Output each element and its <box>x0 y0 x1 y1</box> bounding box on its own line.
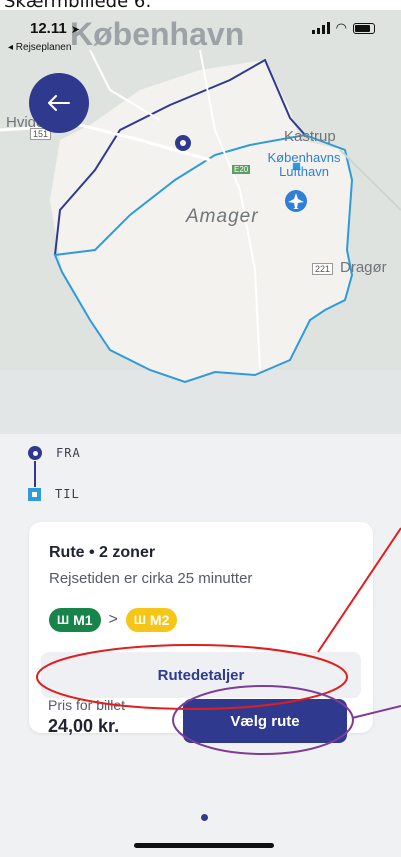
status-time: 12.11 ➤ <box>30 20 80 37</box>
home-indicator[interactable] <box>134 843 274 848</box>
price-value: 24,00 kr. <box>48 716 120 736</box>
wifi-icon: ◠ <box>335 20 347 35</box>
route-to-row[interactable]: TIL <box>28 487 80 501</box>
map-label-amager: Amager <box>186 206 259 227</box>
destination-square-icon <box>28 487 41 501</box>
price-label: Pris for billet <box>48 697 126 713</box>
battery-icon <box>353 22 375 34</box>
arrow-left-icon <box>48 95 70 111</box>
status-icons: ◠ <box>311 20 375 35</box>
road-badge-221: 221 <box>312 263 334 275</box>
line-name: M2 <box>149 612 170 628</box>
line-badge-m1: Ш M1 <box>49 608 101 632</box>
page-indicator-dot <box>201 814 208 821</box>
back-button[interactable] <box>29 73 89 133</box>
map-label-dragor: Dragør <box>340 259 387 276</box>
route-from-row[interactable]: FRA <box>28 446 81 460</box>
from-label: FRA <box>56 446 81 460</box>
route-details-button[interactable]: Rutedetaljer <box>41 652 361 698</box>
metro-icon: Ш <box>57 613 70 627</box>
back-to-app-link[interactable]: ◂ Rejseplanen <box>8 42 71 53</box>
route-duration: Rejsetiden er cirka 25 minutter <box>49 570 253 587</box>
screenshot-caption: Skærmbillede 6: <box>0 0 401 10</box>
line-badge-m2: Ш M2 <box>125 608 178 632</box>
line-name: M1 <box>73 612 93 628</box>
road-badge-e20: E20 <box>232 165 251 174</box>
map-label-city: København <box>70 16 245 52</box>
choose-route-button[interactable]: Vælg rute <box>183 699 347 743</box>
cellular-signal-icon <box>311 22 330 34</box>
route-title: Rute • 2 zoner <box>49 544 156 561</box>
metro-lines: Ш M1 > Ш M2 <box>49 608 178 632</box>
location-arrow-icon: ➤ <box>70 24 81 36</box>
status-time-text: 12.11 <box>30 20 67 37</box>
chevron-right-icon: > <box>108 611 118 628</box>
origin-dot-icon <box>28 446 42 460</box>
to-label: TIL <box>55 487 80 501</box>
map-label-kastrup: Kastrup <box>284 128 336 145</box>
metro-icon: Ш <box>133 613 146 627</box>
map-label-airport: Københavns Lufthavn <box>267 150 341 179</box>
route-connector-line <box>34 461 36 487</box>
